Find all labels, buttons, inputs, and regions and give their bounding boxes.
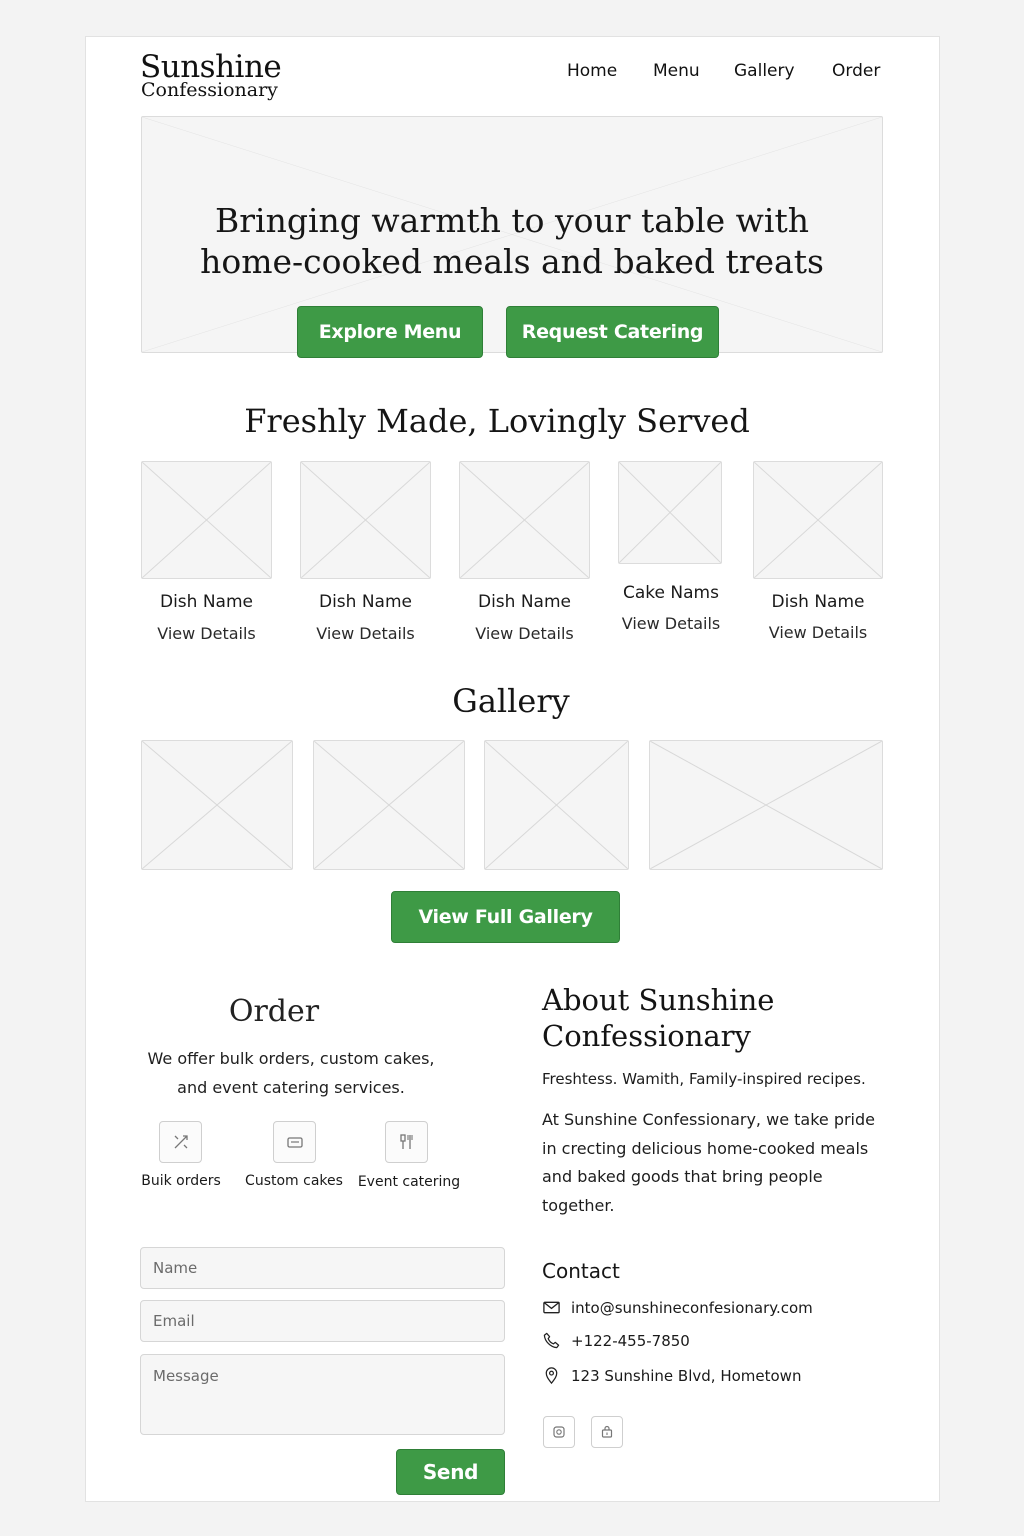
hero-title: Bringing warmth to your table with home-… — [141, 200, 883, 282]
event-catering-icon[interactable] — [385, 1121, 428, 1163]
view-details-link[interactable]: View Details — [459, 624, 590, 643]
dish-name: Dish Name — [477, 592, 571, 612]
contact-address-row: 123 Sunshine Blvd, Hometown — [542, 1366, 801, 1385]
order-description-line2: and event catering services. — [177, 1078, 405, 1097]
gallery-image-placeholder[interactable] — [141, 740, 293, 870]
dish-name: Dish Name — [318, 592, 412, 612]
phone-icon — [543, 1332, 560, 1349]
order-description-line1: We offer bulk orders, custom cakes, — [147, 1049, 435, 1068]
logo-subtitle[interactable]: Confessionary — [141, 79, 278, 101]
contact-phone[interactable]: +122-455-7850 — [571, 1332, 690, 1350]
explore-menu-button[interactable]: Explore Menu — [297, 306, 483, 358]
dish-image-placeholder[interactable] — [141, 461, 272, 579]
view-details-link[interactable]: View Details — [606, 614, 736, 633]
about-title-line1: About Sunshine — [542, 983, 775, 1017]
about-tagline: Freshtess. Wamith, Family-inspired recip… — [542, 1070, 866, 1088]
social-facebook-icon[interactable] — [591, 1416, 623, 1448]
about-section-title: About Sunshine Confessionary — [542, 982, 774, 1054]
about-title-line2: Confessionary — [542, 1019, 751, 1053]
contact-email[interactable]: into@sunshineconfesionary.com — [571, 1299, 813, 1317]
location-pin-icon — [545, 1367, 558, 1385]
hero-title-line1: Bringing warmth to your table with — [215, 201, 809, 240]
message-field[interactable] — [140, 1354, 505, 1435]
featured-section-title: Freshly Made, Lovingly Served — [244, 402, 750, 440]
email-field[interactable] — [140, 1300, 505, 1342]
view-details-link[interactable]: View Details — [753, 623, 883, 642]
dish-image-placeholder[interactable] — [753, 461, 883, 579]
gallery-image-placeholder[interactable] — [649, 740, 883, 870]
about-body: At Sunshine Confessionary, we take pride… — [542, 1110, 875, 1215]
gallery-image-placeholder[interactable] — [313, 740, 465, 870]
dish-name: Dish Name — [159, 592, 253, 612]
view-details-link[interactable]: View Details — [300, 624, 431, 643]
service-label-bulk-orders: Buik orders — [141, 1173, 221, 1189]
view-full-gallery-button[interactable]: View Full Gallery — [391, 891, 620, 943]
service-label-event-catering: Event catering — [357, 1174, 461, 1190]
nav-order[interactable]: Order — [832, 61, 880, 81]
hero-title-line2: home-cooked meals and baked treats — [200, 242, 824, 281]
dish-image-placeholder[interactable] — [459, 461, 590, 579]
social-instagram-icon[interactable] — [543, 1416, 575, 1448]
gallery-image-placeholder[interactable] — [484, 740, 629, 870]
gallery-section-title: Gallery — [452, 682, 570, 720]
custom-cakes-icon[interactable] — [273, 1121, 316, 1163]
cake-name: Cake Nams — [623, 583, 719, 603]
bulk-orders-icon[interactable] — [159, 1121, 202, 1163]
name-field[interactable] — [140, 1247, 505, 1289]
contact-title: Contact — [542, 1259, 620, 1283]
nav-home[interactable]: Home — [567, 61, 617, 81]
send-button[interactable]: Send — [396, 1449, 505, 1495]
dish-name: Dish Name — [771, 592, 865, 612]
contact-email-row[interactable]: into@sunshineconfesionary.com — [542, 1298, 813, 1317]
nav-gallery[interactable]: Gallery — [734, 61, 795, 81]
contact-address: 123 Sunshine Blvd, Hometown — [571, 1366, 802, 1385]
cake-image-placeholder[interactable] — [618, 461, 722, 564]
service-label-custom-cakes: Custom cakes — [245, 1173, 343, 1189]
dish-image-placeholder[interactable] — [300, 461, 431, 579]
mail-icon — [543, 1301, 560, 1314]
request-catering-button[interactable]: Request Catering — [506, 306, 719, 358]
view-details-link[interactable]: View Details — [141, 624, 272, 643]
nav-menu[interactable]: Menu — [653, 61, 700, 81]
order-section-title: Order — [228, 994, 320, 1029]
order-description: We offer bulk orders, custom cakes, and … — [128, 1044, 454, 1102]
contact-phone-row[interactable]: +122-455-7850 — [542, 1331, 690, 1350]
